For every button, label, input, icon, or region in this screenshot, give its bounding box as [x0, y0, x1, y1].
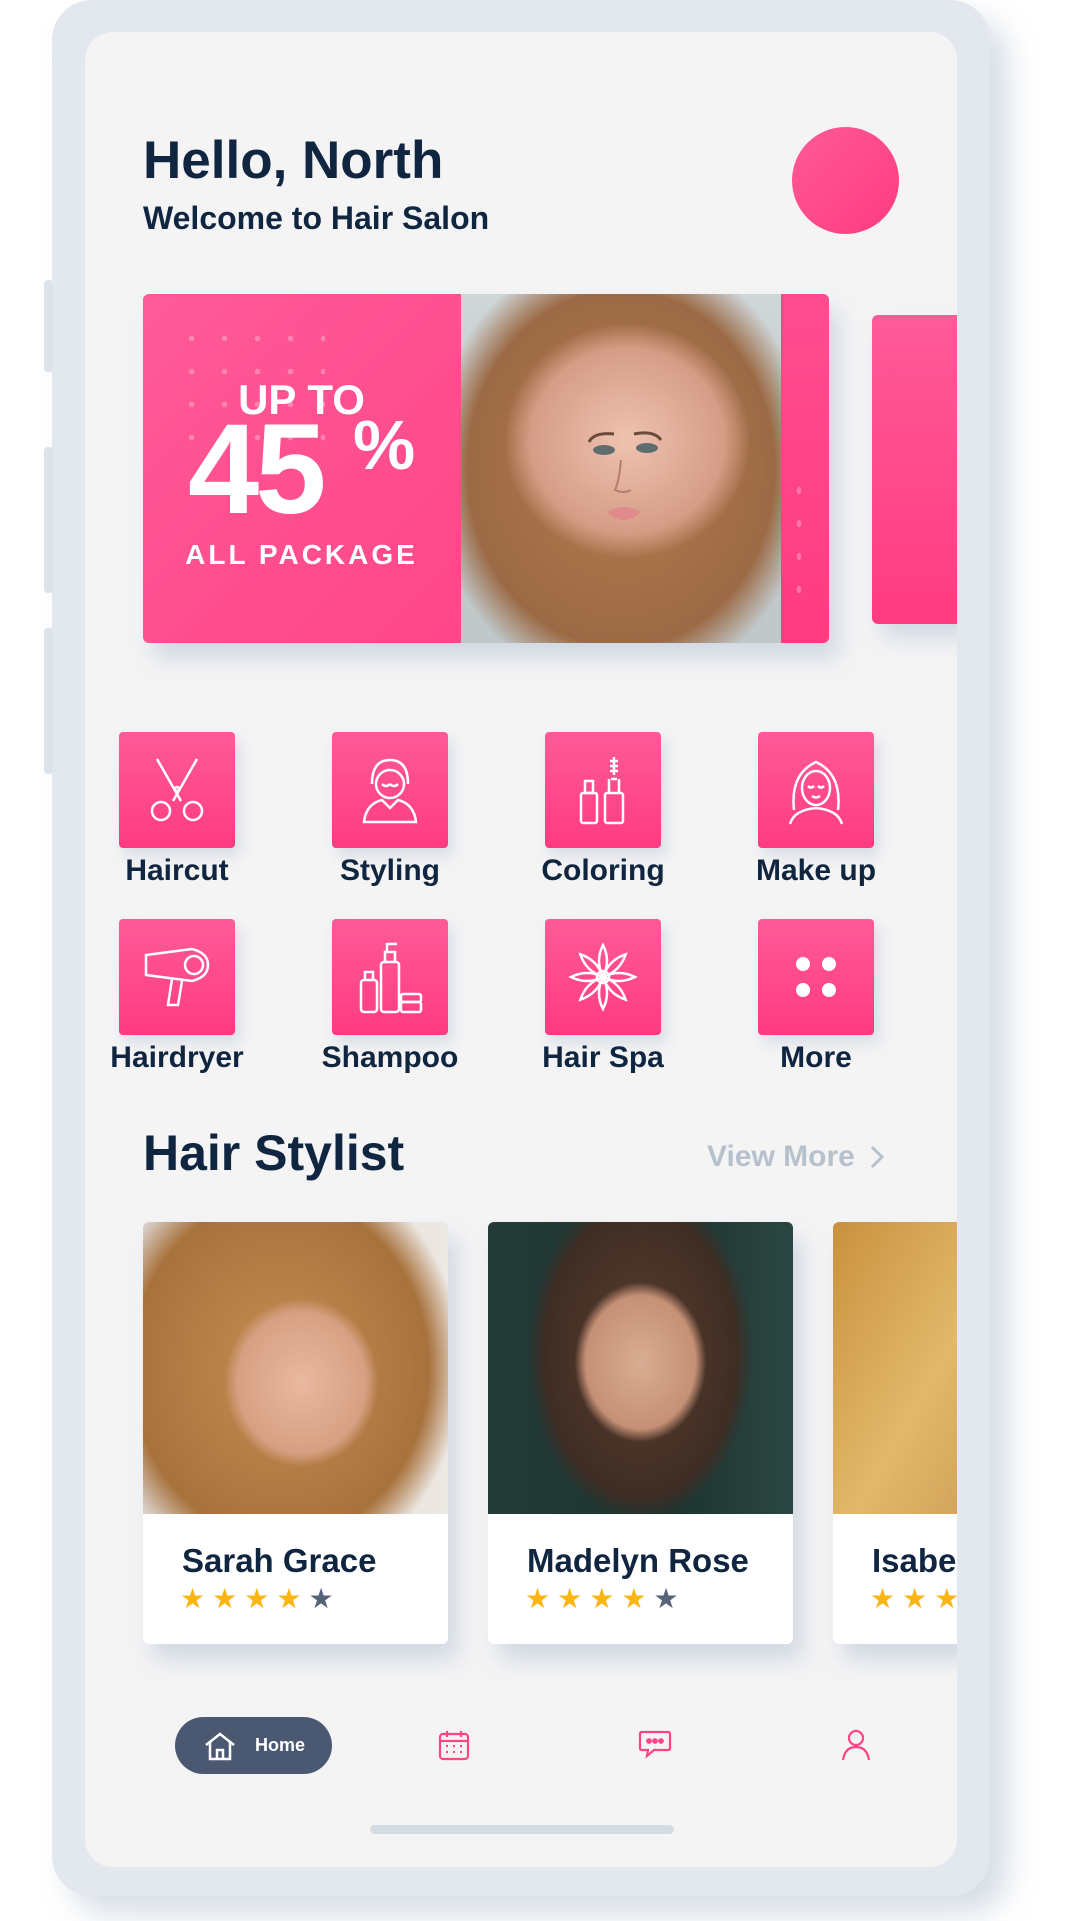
profile-icon[interactable]	[841, 1729, 871, 1761]
stylist-name: Sarah Grace	[182, 1542, 377, 1579]
chat-icon[interactable]	[638, 1729, 672, 1759]
nav-home-button[interactable]: Home	[175, 1717, 332, 1774]
stylist-card[interactable]: Sarah Grace ★★★★★	[143, 1222, 448, 1644]
category-styling[interactable]: Styling	[290, 732, 490, 888]
stylist-photo	[833, 1222, 957, 1514]
side-button	[44, 628, 53, 774]
star-icon: ★	[621, 1583, 654, 1614]
promo-banner-next[interactable]	[872, 315, 957, 624]
chevron-right-icon	[870, 1145, 884, 1169]
category-hair-spa[interactable]: Hair Spa	[503, 919, 703, 1075]
rating-stars: ★★★★★	[525, 1582, 686, 1615]
category-label: Shampoo	[321, 1041, 459, 1074]
cosmetics-icon	[579, 757, 625, 825]
grid-dots-icon	[796, 957, 836, 997]
calendar-icon[interactable]	[437, 1729, 471, 1761]
star-icon: ★	[244, 1583, 277, 1614]
view-more-label: View More	[707, 1140, 855, 1173]
welcome-subtitle: Welcome to Hair Salon	[143, 200, 490, 236]
star-icon: ★	[870, 1583, 903, 1614]
star-icon: ★	[934, 1583, 957, 1614]
promo-model-photo	[461, 294, 781, 643]
star-icon: ★	[902, 1583, 935, 1614]
category-shampoo[interactable]: Shampoo	[290, 919, 490, 1075]
star-icon: ★	[308, 1583, 341, 1614]
nav-home-label: Home	[255, 1735, 306, 1755]
promo-percent-sign: %	[353, 406, 416, 484]
view-more-link[interactable]: View More	[707, 1140, 885, 1174]
promo-banner[interactable]: UP TO 45 % ALL PACKAGE	[143, 294, 829, 643]
category-label: Hairdryer	[110, 1041, 244, 1074]
promo-side-strip	[783, 294, 829, 643]
category-label: Make up	[755, 854, 877, 887]
section-title: Hair Stylist	[143, 1125, 405, 1181]
rating-stars: ★★★	[870, 1582, 957, 1615]
greeting-title: Hello, North	[143, 131, 444, 190]
woman-face-icon	[788, 760, 844, 825]
stylist-photo	[488, 1222, 793, 1514]
star-icon: ★	[589, 1583, 622, 1614]
category-coloring[interactable]: Coloring	[503, 732, 703, 888]
category-make-up[interactable]: Make up	[716, 732, 916, 888]
promo-package: ALL PACKAGE	[185, 539, 418, 570]
stylist-name: Isabe	[872, 1542, 957, 1579]
app-screen: Hello, North Welcome to Hair Salon UP TO…	[85, 32, 957, 1867]
stylist-card[interactable]: Isabe ★★★	[833, 1222, 957, 1644]
category-haircut[interactable]: Haircut	[85, 732, 277, 888]
lotus-icon	[568, 942, 638, 1012]
star-icon: ★	[653, 1583, 686, 1614]
side-button	[44, 280, 53, 372]
stylist-card[interactable]: Madelyn Rose ★★★★★	[488, 1222, 793, 1644]
rating-stars: ★★★★★	[180, 1582, 341, 1615]
side-button	[44, 447, 53, 593]
star-icon: ★	[525, 1583, 558, 1614]
star-icon: ★	[276, 1583, 309, 1614]
home-indicator[interactable]	[370, 1825, 674, 1834]
category-label: Haircut	[125, 854, 229, 887]
hairdryer-icon	[144, 947, 210, 1007]
avatar[interactable]	[792, 127, 899, 234]
promo-percent: 45	[188, 398, 326, 541]
category-label: Styling	[339, 854, 440, 887]
star-icon: ★	[212, 1583, 245, 1614]
category-label: Hair Spa	[542, 1041, 664, 1074]
stylist-photo	[143, 1222, 448, 1514]
star-icon: ★	[557, 1583, 590, 1614]
category-label: More	[780, 1041, 852, 1074]
stylist-icon	[362, 758, 418, 824]
category-label: Coloring	[541, 854, 665, 887]
face-illustration-icon	[587, 431, 663, 520]
home-icon	[205, 1731, 235, 1760]
category-hairdryer[interactable]: Hairdryer	[85, 919, 277, 1075]
stylist-name: Madelyn Rose	[527, 1542, 749, 1579]
bottles-icon	[359, 942, 423, 1014]
scissors-icon	[150, 758, 204, 822]
category-more[interactable]: More	[716, 919, 916, 1075]
star-icon: ★	[180, 1583, 213, 1614]
